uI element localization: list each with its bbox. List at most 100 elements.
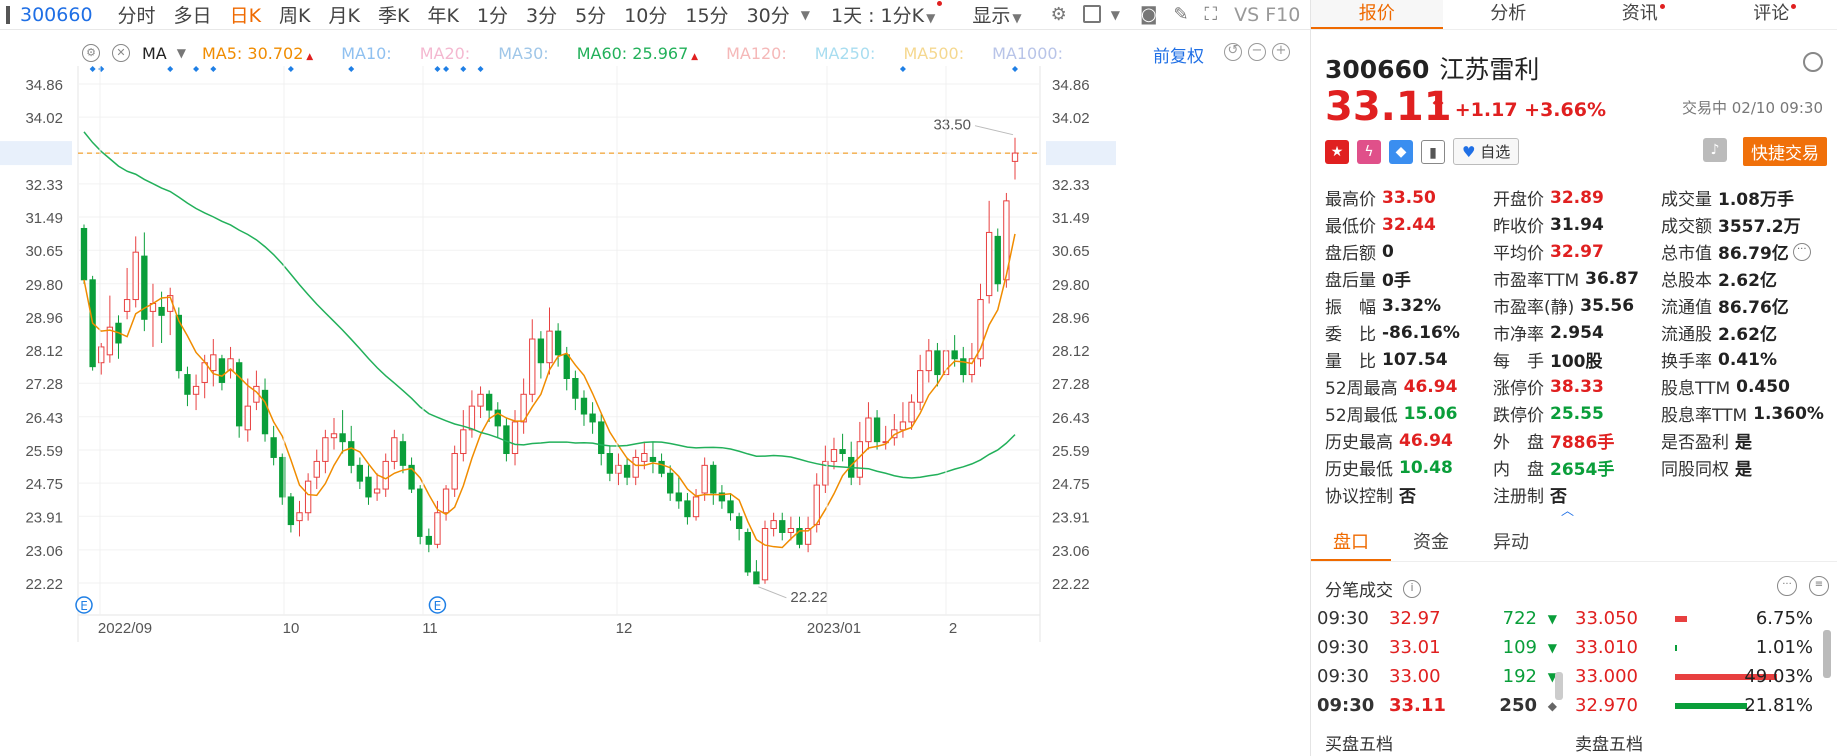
candle-down [606, 453, 614, 474]
stat-value: 1.08万手 [1718, 190, 1794, 210]
candle-down [658, 460, 665, 474]
candle-down [994, 235, 1001, 285]
quick-trade-button[interactable]: 快捷交易 [1743, 137, 1827, 166]
collapse-chevron-icon[interactable]: ︿ [1561, 500, 1574, 519]
ma-line-label[interactable]: MA20: [420, 44, 471, 63]
display-menu-button[interactable]: 显示 ▼ [963, 1, 1030, 28]
tick-scrollbar[interactable] [1555, 672, 1563, 700]
fullscreen-icon[interactable]: ⛶ [1205, 4, 1218, 25]
settings-icon[interactable]: ⚙ [1051, 4, 1067, 25]
china-flag-icon[interactable]: ★ [1325, 139, 1349, 164]
add-watchlist-button[interactable]: ♥ 自选 [1453, 138, 1520, 165]
zoom-in-icon[interactable]: + [1272, 43, 1290, 61]
notify-dot [1659, 4, 1665, 9]
draw-box-icon[interactable] [1082, 4, 1101, 25]
ma-values: MA5: 30.702 ▲ MA10: MA20: MA30: MA60: 25.… [202, 44, 1091, 63]
ma-line-label[interactable]: MA1000: [992, 44, 1063, 63]
kline-svg[interactable]: 34.8634.8634.0234.0233.1133.1132.3332.33… [0, 66, 1310, 756]
layout-icon[interactable] [6, 5, 10, 24]
period-tab[interactable]: 分时 [109, 1, 165, 28]
period-tab[interactable]: 30分 [738, 1, 799, 28]
y-tick-label-right: 23.91 [1052, 509, 1090, 526]
more-icon[interactable]: ··· [1792, 242, 1811, 261]
pencil-icon[interactable]: ✎ [1173, 4, 1188, 25]
candle-down [537, 338, 545, 364]
camera-icon[interactable]: ◙ [1140, 4, 1157, 25]
ma-name: MA30: [498, 43, 549, 63]
undo-icon[interactable]: ↺ [1224, 43, 1242, 61]
chart-toolbar: 300660 分时 多日 日K 周K 月K 季K 年K 1分 3分 5分 10分 15分 30分 ▼ 1… [0, 0, 1336, 30]
new-dot [937, 1, 943, 6]
bookmark-icon[interactable]: ▮ [1421, 139, 1445, 164]
period-tab[interactable]: 5分 [566, 1, 615, 28]
order-subtab[interactable]: 盘口 [1311, 526, 1391, 561]
period-tab[interactable]: 多日 [165, 1, 221, 28]
tag-icon[interactable]: ◆ [1389, 139, 1413, 164]
candle-down [779, 520, 786, 533]
y-tick-label-right: 28.96 [1052, 310, 1090, 327]
kline-chart[interactable]: 34.8634.8634.0234.0233.1133.1132.3332.33… [0, 66, 1310, 756]
tick-volume: 192 [1502, 666, 1537, 687]
panel-settings-icon[interactable] [1803, 52, 1823, 72]
stock-code[interactable]: 300660 [20, 4, 93, 26]
zoom-out-icon[interactable]: − [1248, 43, 1266, 61]
ma-line-label[interactable]: MA250: [815, 44, 876, 63]
period-tab[interactable]: 1分 [468, 1, 517, 28]
period-tab[interactable]: 季K [369, 1, 418, 28]
order-subtab[interactable]: 异动 [1471, 526, 1551, 561]
stat-label: 开盘价 [1493, 190, 1544, 210]
indicator-close-icon[interactable]: ✕ [112, 44, 130, 62]
indicator-settings-icon[interactable]: ⚙ [82, 44, 100, 62]
indicator-type[interactable]: MA [142, 44, 167, 63]
tick-list[interactable]: 09:30 32.97 722 ▼ 09:30 33.01 109 ▼ 09:30 33.00 19… [1317, 604, 1557, 716]
candle-up [477, 393, 484, 407]
panel-tab[interactable]: 分析 [1443, 0, 1575, 29]
candle-down [675, 492, 682, 502]
more-icon[interactable]: ··· [1777, 576, 1797, 596]
ma-line-label[interactable]: MA500: [903, 44, 964, 63]
indicator-dropdown-icon[interactable]: ▼ [177, 46, 186, 60]
period-tab[interactable]: 年K [418, 1, 467, 28]
candle-up [1011, 152, 1019, 162]
period-dropdown-icon[interactable]: ▼ [801, 8, 810, 22]
ma-line-label[interactable]: MA120: [726, 44, 787, 63]
panel-tab[interactable]: 资讯 [1574, 0, 1706, 29]
y-tick-label-left: 23.06 [25, 543, 63, 560]
adjust-mode-button[interactable]: 前复权 [1153, 42, 1204, 67]
candle-down [649, 456, 657, 462]
panel-tab[interactable]: 报价 [1311, 0, 1443, 29]
list-view-icon[interactable]: ≡ [1809, 576, 1829, 596]
multi-day-kline-button[interactable]: 1天 : 1分K ▼ [822, 1, 951, 28]
stat-value: 3557.2万 [1718, 217, 1801, 237]
stat-label: 外 盘 [1493, 433, 1544, 453]
panel-tab[interactable]: 评论 [1706, 0, 1837, 29]
event-marker-icon [193, 66, 200, 72]
lightning-icon[interactable]: ϟ [1357, 139, 1381, 164]
ma-line-label[interactable]: MA10: [341, 44, 392, 63]
period-tab[interactable]: 周K [270, 1, 319, 28]
tick-time: 09:30 [1317, 695, 1375, 716]
bell-icon[interactable]: ♪ [1703, 138, 1727, 162]
period-tab[interactable]: 月K [320, 1, 369, 28]
price-depth-list[interactable]: 33.050 6.75% 33.010 1.01% 33.000 49.03% 32.970… [1575, 604, 1825, 716]
ma-line-label[interactable]: MA5: 30.702 ▲ [202, 44, 313, 63]
order-subtab[interactable]: 资金 [1391, 526, 1471, 561]
ma-arrow-icon: ▲ [303, 51, 314, 62]
stat-cell: 委 比 -86.16% [1325, 319, 1493, 346]
ma-line-label[interactable]: MA30: [498, 44, 549, 63]
draw-dropdown-icon[interactable]: ▼ [1111, 8, 1120, 22]
period-tab[interactable]: 15分 [676, 1, 737, 28]
period-tab[interactable]: 10分 [615, 1, 676, 28]
tick-tools: ··· ≡ [1777, 576, 1829, 596]
stat-value: 35.56 [1580, 295, 1635, 316]
period-tab[interactable]: 日K [221, 1, 270, 28]
candle-up [865, 417, 872, 443]
period-tab[interactable]: 3分 [517, 1, 566, 28]
info-icon[interactable]: i [1403, 579, 1421, 598]
stat-label: 52周最高 [1325, 379, 1398, 399]
compare-f10-button[interactable]: VS F10 [1225, 4, 1309, 26]
depth-scrollbar[interactable] [1823, 630, 1831, 678]
ma-line-label[interactable]: MA60: 25.967 ▲ [577, 44, 698, 63]
candle-down [218, 358, 226, 383]
stat-value: 2.62亿 [1718, 271, 1777, 291]
